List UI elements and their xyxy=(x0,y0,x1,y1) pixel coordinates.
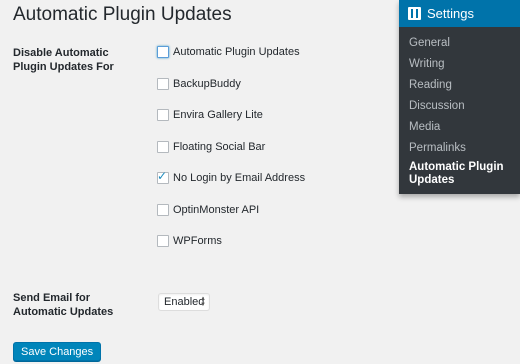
submenu-item-general[interactable]: General xyxy=(399,33,520,54)
submenu-item-permalinks[interactable]: Permalinks xyxy=(399,138,520,159)
option-label: BackupBuddy xyxy=(173,78,241,90)
checkbox[interactable] xyxy=(157,204,169,216)
send-email-label: Send Email for Automatic Updates xyxy=(13,292,114,318)
settings-page: Automatic Plugin Updates Disable Automat… xyxy=(0,0,520,364)
select-arrows-icon: ▲ ▼ xyxy=(200,296,206,308)
submenu-item-reading[interactable]: Reading xyxy=(399,75,520,96)
option-no-login-by-email[interactable]: ✓ No Login by Email Address xyxy=(157,169,306,185)
submenu-item-discussion[interactable]: Discussion xyxy=(399,96,520,117)
submenu-header[interactable]: Settings xyxy=(399,0,520,27)
save-changes-button[interactable]: Save Changes xyxy=(13,342,102,361)
option-label: WPForms xyxy=(173,235,222,247)
page-title: Automatic Plugin Updates xyxy=(13,4,232,25)
option-backupbuddy[interactable]: BackupBuddy xyxy=(157,77,241,91)
checkbox[interactable] xyxy=(157,78,169,90)
submenu-item-media[interactable]: Media xyxy=(399,117,520,138)
disable-updates-label: Disable Automatic Plugin Updates For xyxy=(13,47,114,73)
select-value: Enabled xyxy=(164,296,205,308)
settings-sliders-icon xyxy=(408,7,421,20)
settings-submenu: Settings General Writing Reading Discuss… xyxy=(399,0,520,194)
option-label: OptinMonster API xyxy=(173,204,260,216)
option-floating-social-bar[interactable]: Floating Social Bar xyxy=(157,140,265,154)
submenu-item-automatic-plugin-updates[interactable]: Automatic Plugin Updates xyxy=(399,159,520,187)
option-envira-gallery-lite[interactable]: Envira Gallery Lite xyxy=(157,108,263,122)
submenu-title: Settings xyxy=(427,6,474,21)
checkbox[interactable] xyxy=(157,141,169,153)
checkbox[interactable] xyxy=(157,46,169,58)
checkbox[interactable] xyxy=(157,109,169,121)
option-label: Automatic Plugin Updates xyxy=(173,46,300,58)
checkbox-checked[interactable]: ✓ xyxy=(157,169,169,184)
option-label: Envira Gallery Lite xyxy=(173,109,263,121)
option-label: Floating Social Bar xyxy=(173,141,266,153)
email-updates-select[interactable]: Enabled ▲ ▼ xyxy=(158,293,210,311)
option-optinmonster-api[interactable]: OptinMonster API xyxy=(157,203,259,217)
option-label: No Login by Email Address xyxy=(173,172,306,184)
checkmark-icon: ✓ xyxy=(157,169,168,183)
submenu-item-writing[interactable]: Writing xyxy=(399,54,520,75)
submenu-items: General Writing Reading Discussion Media… xyxy=(399,27,520,187)
option-wpforms[interactable]: WPForms xyxy=(157,234,222,248)
option-automatic-plugin-updates[interactable]: Automatic Plugin Updates xyxy=(157,45,300,59)
checkbox[interactable] xyxy=(157,235,169,247)
